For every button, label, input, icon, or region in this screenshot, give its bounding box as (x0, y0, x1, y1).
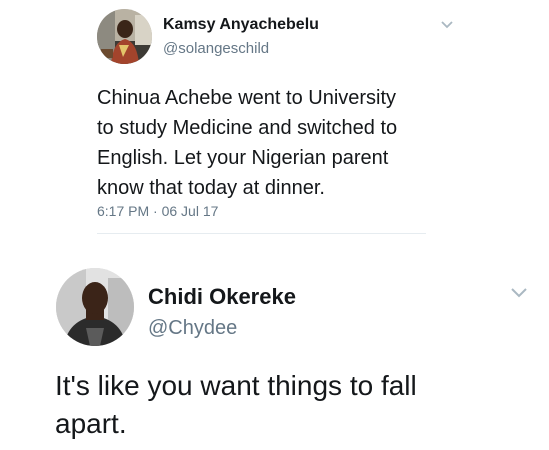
divider (97, 233, 426, 234)
tweet-timestamp[interactable]: 6:17 PM · 06 Jul 17 (97, 203, 218, 219)
chevron-down-icon[interactable] (510, 285, 528, 298)
author-name[interactable]: Chidi Okereke (148, 284, 296, 310)
tweet-text-line: know that today at dinner. (97, 177, 325, 199)
chevron-down-icon[interactable] (440, 16, 454, 29)
quoted-tweet[interactable]: Kamsy Anyachebelu @solangeschild Chinua … (0, 0, 549, 240)
tweet-text: It's like you want things to fall apart. (55, 367, 417, 443)
avatar-photo (97, 9, 152, 64)
tweet-text-line: to study Medicine and switched to (97, 117, 398, 139)
avatar-photo (56, 268, 134, 346)
tweet-text-line: apart. (55, 408, 127, 439)
avatar[interactable] (97, 9, 152, 64)
author-handle[interactable]: @Chydee (148, 317, 237, 340)
tweet-text-line: Chinua Achebe went to University (97, 87, 397, 109)
author-name[interactable]: Kamsy Anyachebelu (163, 16, 319, 34)
tweet-text-line: English. Let your Nigerian parent (97, 147, 389, 169)
avatar[interactable] (56, 268, 134, 346)
author-handle[interactable]: @solangeschild (163, 40, 269, 57)
tweet-text-line: It's like you want things to fall (55, 370, 417, 401)
tweet-text: Chinua Achebe went to University to stud… (97, 83, 497, 203)
reply-tweet[interactable]: Chidi Okereke @Chydee It's like you want… (0, 240, 549, 450)
